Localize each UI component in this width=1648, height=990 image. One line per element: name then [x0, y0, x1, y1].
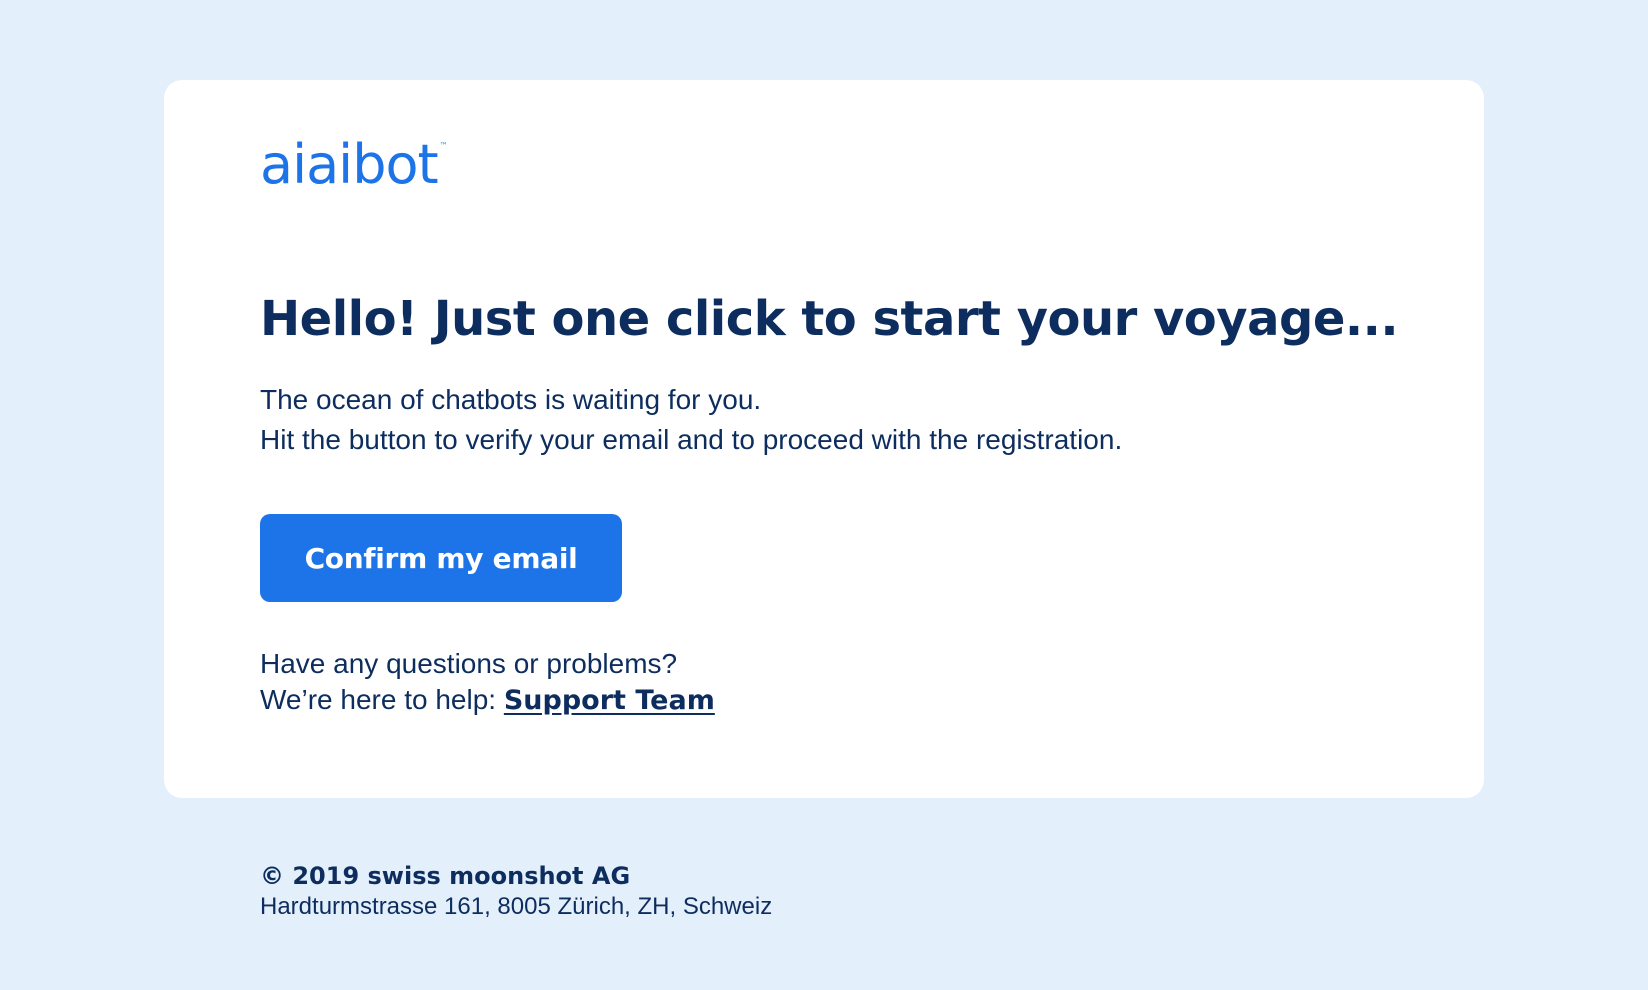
intro-line-1: The ocean of chatbots is waiting for you…	[260, 384, 762, 415]
footer-address: Hardturmstrasse 161, 8005 Zürich, ZH, Sc…	[260, 893, 773, 920]
email-card: aiaibot ™ Hello! Just one click to start …	[164, 80, 1484, 798]
help-text: Have any questions or problems? We’re he…	[260, 646, 715, 719]
trademark-mark: ™	[439, 141, 448, 150]
confirm-email-button[interactable]: Confirm my email	[260, 514, 622, 602]
support-team-link[interactable]: Support Team	[504, 685, 715, 716]
aiaibot-logo: aiaibot ™	[260, 138, 448, 192]
footer: © 2019 swiss moonshot AG Hardturmstrasse…	[260, 860, 772, 922]
help-line-2: We’re here to help: Support Team	[260, 682, 715, 719]
help-line-2-prefix: We’re here to help:	[260, 684, 497, 715]
intro-text: The ocean of chatbots is waiting for you…	[260, 380, 1122, 460]
logo-text: aiaibot	[260, 133, 439, 196]
email-headline: Hello! Just one click to start your voya…	[260, 291, 1399, 347]
intro-line-2: Hit the button to verify your email and …	[260, 424, 1123, 455]
help-line-1: Have any questions or problems?	[260, 648, 678, 679]
footer-copyright: © 2019 swiss moonshot AG	[260, 862, 631, 890]
